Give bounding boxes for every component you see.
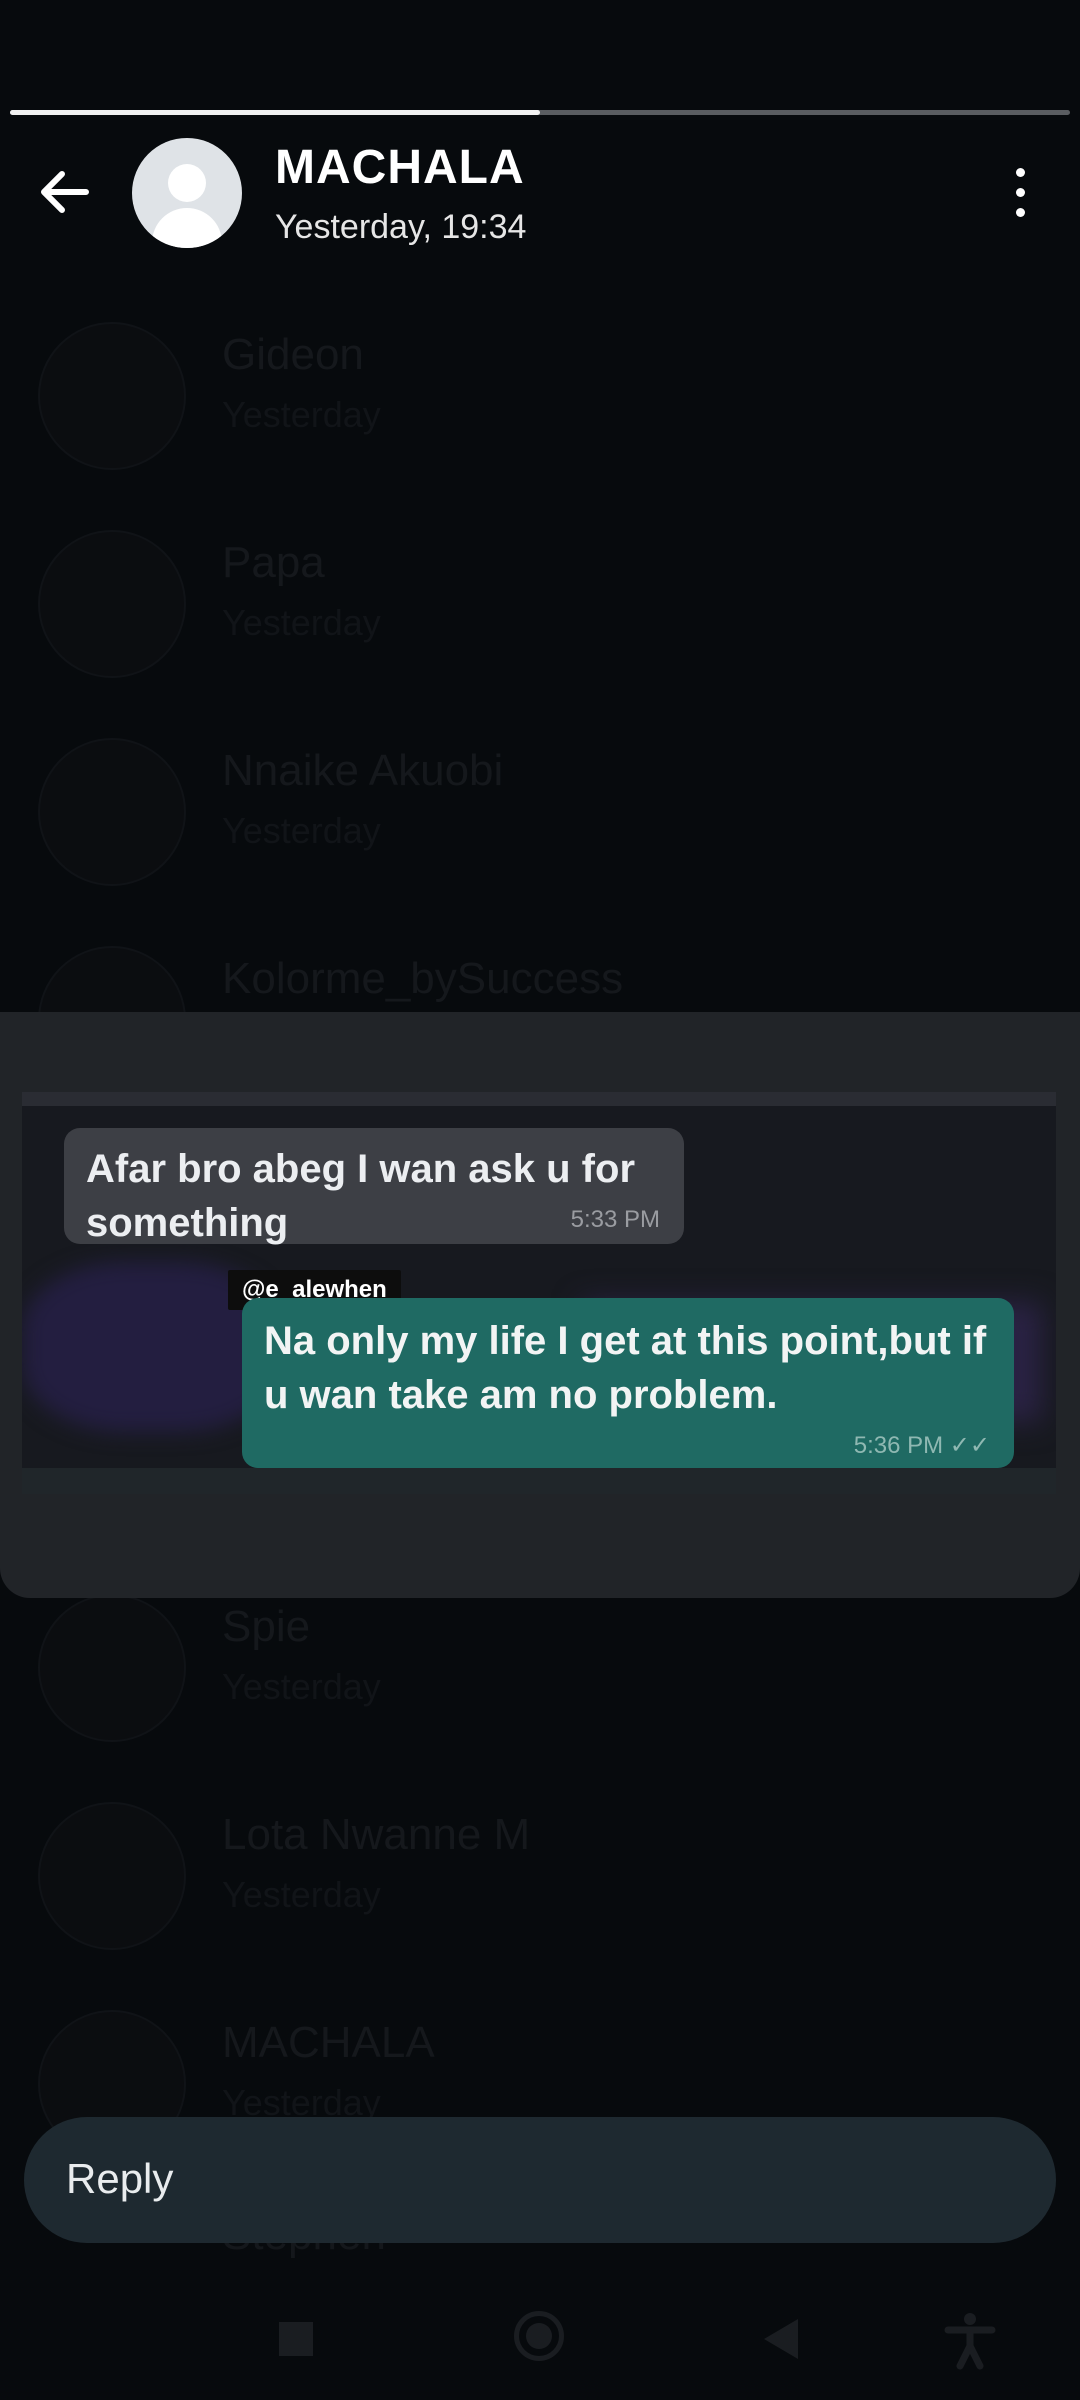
contact-name: Papa — [222, 538, 325, 587]
outgoing-message-text: Na only my life I get at this point,but … — [264, 1319, 987, 1417]
list-item: Gideon Yesterday — [0, 322, 1080, 522]
reply-placeholder: Reply — [66, 2155, 174, 2202]
more-vertical-icon[interactable] — [1000, 168, 1040, 220]
list-item: Lota Nwanne M Yesterday — [0, 1802, 1080, 2002]
contact-name: Nnaike Akuobi — [222, 746, 504, 795]
contact-time: Yesterday — [222, 602, 381, 643]
contact-name: Kolorme_bySuccess — [222, 954, 624, 1003]
recents-icon[interactable] — [279, 2322, 313, 2356]
incoming-message-time: 5:33 PM — [570, 1206, 660, 1233]
list-item: Nnaike Akuobi Yesterday — [0, 738, 1080, 938]
back-icon[interactable] — [764, 2319, 798, 2359]
contact-time: Yesterday — [222, 1874, 381, 1915]
reply-input[interactable]: Reply — [24, 2117, 1056, 2243]
contact-name: Spie — [222, 1602, 311, 1651]
arrow-left-icon[interactable] — [34, 160, 98, 224]
list-item: Spie Yesterday — [0, 1594, 1080, 1794]
navigation-bar — [0, 2280, 1080, 2400]
status-image[interactable]: Afar bro abeg I wan ask u for something … — [22, 1092, 1056, 1494]
status-timestamp: Yesterday, 19:34 — [275, 208, 527, 246]
contact-time: Yesterday — [222, 810, 381, 851]
contact-time: Yesterday — [222, 1666, 381, 1707]
status-progress-bar — [10, 110, 1070, 115]
outgoing-message-time: 5:36 PM ✓✓ — [853, 1432, 990, 1459]
avatar — [38, 1594, 186, 1742]
home-icon[interactable] — [514, 2311, 564, 2361]
status-owner-name[interactable]: MACHALA — [275, 140, 525, 195]
contact-name: Gideon — [222, 330, 364, 379]
status-progress-fill — [10, 110, 540, 115]
list-item: Papa Yesterday — [0, 530, 1080, 730]
default-avatar-icon[interactable] — [132, 138, 242, 248]
avatar — [38, 530, 186, 678]
accessibility-icon[interactable] — [940, 2310, 1000, 2370]
outgoing-message-bubble: Na only my life I get at this point,but … — [242, 1298, 1014, 1468]
avatar — [38, 738, 186, 886]
incoming-message-bubble: Afar bro abeg I wan ask u for something … — [64, 1128, 684, 1245]
avatar — [38, 1802, 186, 1950]
contact-name: MACHALA — [222, 2018, 435, 2067]
contact-time: Yesterday — [222, 394, 381, 435]
avatar — [38, 322, 186, 470]
contact-name: Lota Nwanne M — [222, 1810, 531, 1859]
